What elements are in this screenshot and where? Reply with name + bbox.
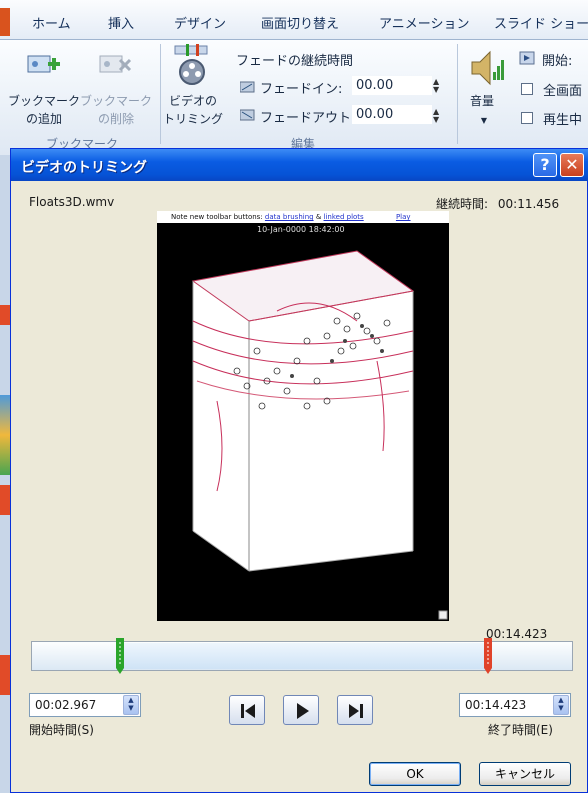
next-frame-icon: [349, 704, 363, 718]
help-icon: ?: [540, 155, 550, 174]
start-option-label: 開始:: [542, 54, 573, 69]
fade-out-input[interactable]: 00.00: [352, 105, 432, 124]
add-bookmark-label-2: の追加: [25, 112, 62, 126]
previous-frame-button[interactable]: [229, 695, 265, 725]
end-time-label: 終了時間(E): [488, 723, 553, 737]
remove-bookmark-label-1: ブックマーク: [80, 94, 153, 108]
thumbnail-fragment: [0, 305, 10, 325]
tab-slideshow[interactable]: スライド ショー: [494, 13, 588, 32]
playing-label: 再生中: [543, 113, 583, 128]
fullscreen-label: 全画面: [543, 84, 583, 99]
chevron-down-icon[interactable]: ▼: [476, 112, 492, 130]
fade-in-label: フェードイン:: [260, 82, 343, 97]
fade-out-spinner[interactable]: ▲ ▼: [433, 108, 439, 124]
fade-in-icon: [239, 80, 256, 97]
fade-in-input[interactable]: 00.00: [352, 76, 432, 95]
end-time-input[interactable]: 00:14.423 ▲ ▼: [459, 693, 571, 717]
next-frame-button[interactable]: [337, 695, 373, 725]
duration-value: 00:11.456: [497, 197, 560, 211]
end-time-spinner[interactable]: ▲ ▼: [553, 695, 569, 715]
trim-video-dialog: ビデオのトリミング ? ✕ Floats3D.wmv 継続時間: 00:11.4…: [10, 148, 588, 793]
dialog-title: ビデオのトリミング: [21, 160, 147, 176]
start-trim-handle[interactable]: [116, 638, 124, 674]
trim-video-label-2: トリミング: [162, 112, 223, 126]
remove-bookmark-button: ブックマーク の削除: [80, 92, 152, 128]
slide-thumbnail-strip: [0, 155, 10, 793]
thumbnail-fragment: [0, 395, 10, 475]
trim-video-icon[interactable]: [172, 44, 212, 91]
video-filename: Floats3D.wmv: [29, 195, 115, 209]
tab-animations[interactable]: アニメーション: [379, 13, 469, 32]
ok-button[interactable]: OK: [369, 762, 461, 786]
file-tab-edge[interactable]: [0, 8, 10, 36]
add-bookmark-icon[interactable]: [26, 52, 62, 83]
volume-icon[interactable]: [468, 48, 504, 91]
remove-bookmark-label-2: の削除: [97, 112, 134, 126]
fade-in-spinner[interactable]: ▲ ▼: [433, 78, 439, 94]
end-time-value: 00:14.423: [465, 698, 527, 712]
start-time-input[interactable]: 00:02.967 ▲ ▼: [29, 693, 141, 717]
remove-bookmark-icon: [98, 52, 134, 83]
trim-video-button[interactable]: ビデオの トリミング: [160, 92, 226, 128]
volume-button[interactable]: 音量: [466, 92, 498, 110]
previous-frame-icon: [241, 704, 255, 718]
close-icon: ✕: [565, 155, 579, 174]
fullscreen-checkbox[interactable]: [521, 83, 533, 95]
start-playback-icon: [519, 50, 537, 69]
thumbnail-fragment: [0, 655, 10, 695]
end-trim-handle[interactable]: [484, 638, 492, 674]
fade-out-label: フェードアウト:: [260, 111, 356, 126]
duration-readout: 継続時間: 00:11.456: [436, 195, 559, 212]
duration-label: 継続時間:: [436, 197, 489, 211]
tab-design[interactable]: デザイン: [174, 13, 226, 32]
start-time-label: 開始時間(S): [29, 723, 94, 737]
fade-out-icon: [239, 108, 256, 125]
end-marker-time: 00:14.423: [486, 627, 548, 641]
video-frame-image: [191, 250, 448, 620]
ribbon-body: ブックマーク の追加 ブックマーク の削除 ブックマーク ビデオの トリミング …: [0, 40, 588, 155]
help-button[interactable]: ?: [533, 153, 557, 177]
tab-insert[interactable]: 挿入: [108, 13, 134, 32]
fade-duration-heading: フェードの継続時間: [236, 54, 354, 69]
dialog-title-bar[interactable]: ビデオのトリミング ? ✕: [11, 149, 588, 181]
add-bookmark-label-1: ブックマーク: [8, 94, 81, 108]
trim-video-label-1: ビデオの: [168, 94, 217, 108]
cancel-button[interactable]: キャンセル: [479, 762, 571, 786]
start-time-value: 00:02.967: [35, 698, 97, 712]
tab-transitions[interactable]: 画面切り替え: [261, 13, 339, 32]
thumbnail-fragment: [0, 485, 10, 515]
ribbon-tab-bar: ホーム 挿入 デザイン 画面切り替え アニメーション スライド ショー: [0, 0, 588, 40]
play-button[interactable]: [283, 695, 319, 725]
trim-selection-range: [120, 643, 488, 669]
hide-while-not-playing-checkbox[interactable]: [521, 112, 533, 124]
video-preview[interactable]: Note new toolbar buttons: data brushing …: [157, 211, 449, 621]
add-bookmark-button[interactable]: ブックマーク の追加: [8, 92, 80, 128]
play-icon: [297, 703, 309, 719]
trim-timeline[interactable]: [31, 638, 573, 674]
close-button[interactable]: ✕: [560, 153, 584, 177]
group-separator: [457, 44, 458, 144]
tab-home[interactable]: ホーム: [32, 13, 71, 32]
start-time-spinner[interactable]: ▲ ▼: [123, 695, 139, 715]
